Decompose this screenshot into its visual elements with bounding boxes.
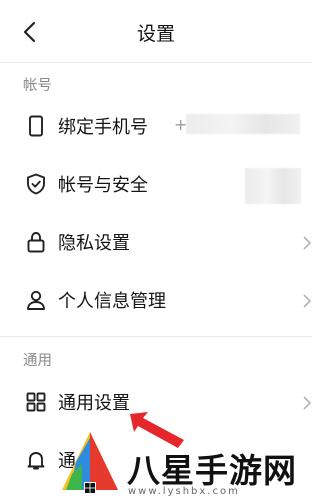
settings-screen: 设置 帐号 绑定手机号 + 帐号与安全 隐私设置 个人信息管理 通用 通用设置 … xyxy=(0,0,312,501)
privacy-label: 隐私设置 xyxy=(58,233,130,254)
phone-icon xyxy=(29,115,43,137)
lock-icon xyxy=(27,232,45,253)
privacy-row[interactable]: 隐私设置 xyxy=(0,216,312,268)
grid-icon xyxy=(26,392,46,412)
privacy-chevron-icon xyxy=(303,236,312,250)
personal-info-row[interactable]: 个人信息管理 xyxy=(0,274,312,326)
general-settings-label: 通用设置 xyxy=(58,393,130,414)
shield-check-icon xyxy=(27,173,45,195)
watermark-logo xyxy=(62,432,118,494)
bell-icon xyxy=(27,452,45,470)
watermark-name: 八星手游网 xyxy=(127,451,297,490)
general-settings-chevron-icon xyxy=(303,396,312,410)
section-label-account: 帐号 xyxy=(23,78,52,94)
obscured-phone-value xyxy=(186,114,300,134)
section-label-general: 通用 xyxy=(23,353,52,369)
section-divider xyxy=(0,336,312,337)
header-divider xyxy=(0,62,312,63)
header: 设置 xyxy=(0,0,312,62)
personal-info-chevron-icon xyxy=(303,294,312,308)
bind-phone-label: 绑定手机号 xyxy=(58,117,148,138)
page-title: 设置 xyxy=(136,23,175,45)
watermark-url: www.lyshbx.com xyxy=(128,486,240,497)
person-icon xyxy=(27,290,45,310)
obscured-security-value xyxy=(245,168,301,204)
personal-info-label: 个人信息管理 xyxy=(58,291,166,312)
account-security-label: 帐号与安全 xyxy=(58,175,148,196)
